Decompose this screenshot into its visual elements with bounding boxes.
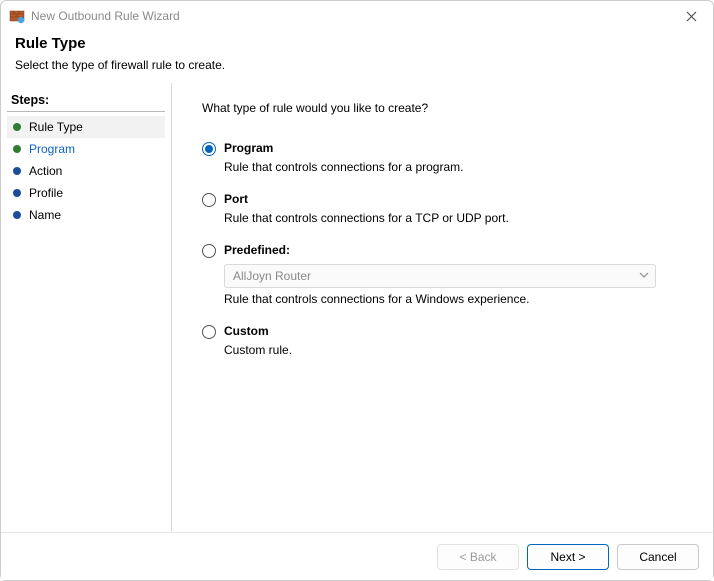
step-label: Rule Type (29, 120, 83, 134)
chevron-down-icon (639, 269, 649, 283)
step-program[interactable]: Program (7, 138, 165, 160)
question-text: What type of rule would you like to crea… (202, 101, 685, 115)
option-label: Port (224, 192, 248, 206)
predefined-dropdown: AllJoyn Router (224, 264, 656, 288)
step-bullet-icon (13, 211, 21, 219)
step-label: Name (29, 208, 61, 222)
page-title: Rule Type (15, 35, 699, 52)
option-program[interactable]: Program (202, 141, 685, 156)
radio-predefined[interactable] (202, 244, 216, 258)
step-profile[interactable]: Profile (7, 182, 165, 204)
step-rule-type[interactable]: Rule Type (7, 116, 165, 138)
option-label: Predefined: (224, 243, 290, 257)
back-button: < Back (437, 544, 519, 570)
wizard-footer: < Back Next > Cancel (1, 532, 713, 580)
next-button[interactable]: Next > (527, 544, 609, 570)
step-action[interactable]: Action (7, 160, 165, 182)
option-port[interactable]: Port (202, 192, 685, 207)
option-label: Program (224, 141, 273, 155)
option-predefined[interactable]: Predefined: (202, 243, 685, 258)
steps-sidebar: Steps: Rule Type Program Action Profile … (1, 83, 171, 531)
close-icon (686, 11, 697, 22)
dropdown-selected: AllJoyn Router (233, 269, 311, 283)
option-desc: Custom rule. (224, 343, 685, 357)
option-desc: Rule that controls connections for a Win… (224, 292, 685, 306)
option-label: Custom (224, 324, 269, 338)
close-button[interactable] (677, 6, 705, 26)
option-desc: Rule that controls connections for a pro… (224, 160, 685, 174)
option-desc: Rule that controls connections for a TCP… (224, 211, 685, 225)
cancel-button[interactable]: Cancel (617, 544, 699, 570)
wizard-header: Rule Type Select the type of firewall ru… (1, 31, 713, 82)
radio-program[interactable] (202, 142, 216, 156)
step-label: Profile (29, 186, 63, 200)
step-label: Program (29, 142, 75, 156)
titlebar: New Outbound Rule Wizard (1, 1, 713, 31)
steps-heading: Steps: (7, 91, 165, 112)
step-bullet-icon (13, 145, 21, 153)
radio-port[interactable] (202, 193, 216, 207)
step-bullet-icon (13, 123, 21, 131)
window-title: New Outbound Rule Wizard (31, 9, 180, 23)
step-bullet-icon (13, 189, 21, 197)
option-custom[interactable]: Custom (202, 324, 685, 339)
page-subtitle: Select the type of firewall rule to crea… (15, 58, 699, 72)
radio-custom[interactable] (202, 325, 216, 339)
step-bullet-icon (13, 167, 21, 175)
step-name[interactable]: Name (7, 204, 165, 226)
main-content: What type of rule would you like to crea… (172, 83, 713, 531)
firewall-icon (9, 8, 25, 24)
step-label: Action (29, 164, 62, 178)
